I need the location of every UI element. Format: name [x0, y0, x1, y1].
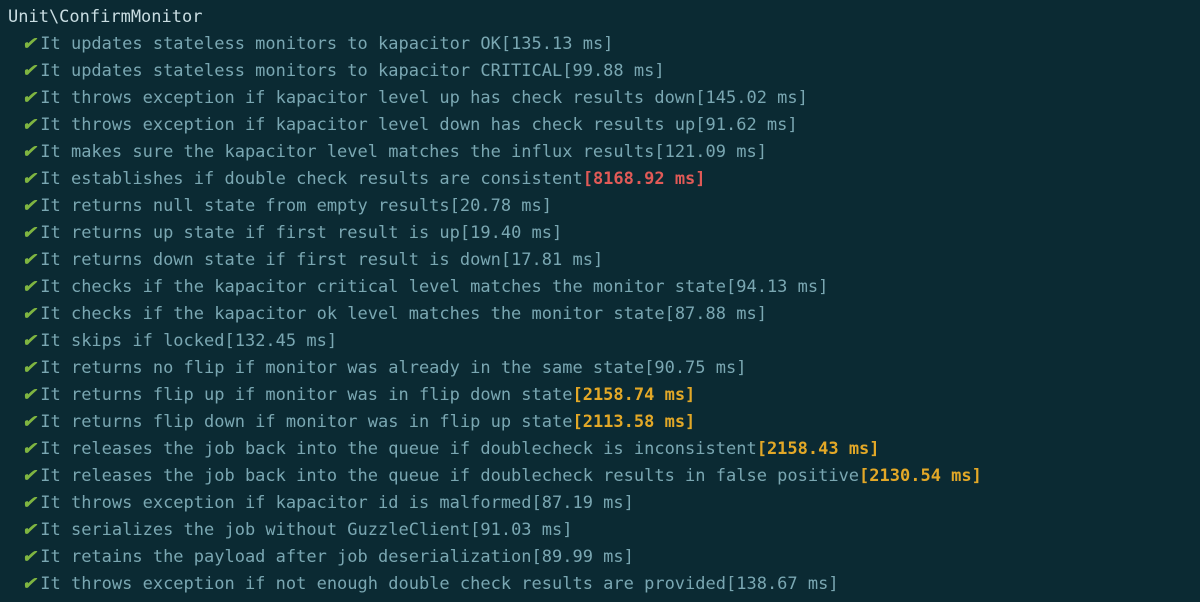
test-duration: [132.45 ms]	[224, 328, 337, 355]
test-duration: [89.99 ms]	[532, 544, 634, 571]
test-duration: [94.13 ms]	[726, 274, 828, 301]
test-duration: [121.09 ms]	[654, 139, 767, 166]
test-duration: [2113.58 ms]	[572, 409, 695, 436]
check-icon: ✔	[8, 544, 40, 571]
check-icon: ✔	[8, 517, 40, 544]
test-description: It checks if the kapacitor ok level matc…	[40, 301, 664, 328]
test-duration: [2158.74 ms]	[572, 382, 695, 409]
test-row: ✔It returns down state if first result i…	[8, 247, 1200, 274]
test-duration: [2158.43 ms]	[757, 436, 880, 463]
check-icon: ✔	[8, 571, 40, 598]
test-duration: [138.67 ms]	[726, 571, 839, 598]
test-description: It returns null state from empty results	[40, 193, 449, 220]
check-icon: ✔	[8, 409, 40, 436]
check-icon: ✔	[8, 220, 40, 247]
test-row: ✔It establishes if double check results …	[8, 166, 1200, 193]
test-duration: [91.03 ms]	[470, 517, 572, 544]
test-row: ✔It returns flip down if monitor was in …	[8, 409, 1200, 436]
test-description: It serializes the job without GuzzleClie…	[40, 517, 470, 544]
test-description: It returns down state if first result is…	[40, 247, 501, 274]
test-row: ✔It throws exception if kapacitor level …	[8, 85, 1200, 112]
check-icon: ✔	[8, 193, 40, 220]
test-description: It retains the payload after job deseria…	[40, 544, 531, 571]
check-icon: ✔	[8, 436, 40, 463]
test-row: ✔It releases the job back into the queue…	[8, 436, 1200, 463]
test-row: ✔It retains the payload after job deseri…	[8, 544, 1200, 571]
check-icon: ✔	[8, 139, 40, 166]
test-description: It updates stateless monitors to kapacit…	[40, 31, 501, 58]
check-icon: ✔	[8, 301, 40, 328]
test-duration: [99.88 ms]	[562, 58, 664, 85]
test-description: It updates stateless monitors to kapacit…	[40, 58, 562, 85]
test-description: It establishes if double check results a…	[40, 166, 582, 193]
check-icon: ✔	[8, 382, 40, 409]
test-row: ✔It skips if locked [132.45 ms]	[8, 328, 1200, 355]
test-row: ✔It releases the job back into the queue…	[8, 463, 1200, 490]
test-description: It throws exception if kapacitor id is m…	[40, 490, 531, 517]
test-list: ✔It updates stateless monitors to kapaci…	[8, 31, 1200, 598]
test-duration: [8168.92 ms]	[583, 166, 706, 193]
test-duration: [87.88 ms]	[665, 301, 767, 328]
test-description: It releases the job back into the queue …	[40, 463, 859, 490]
test-description: It returns up state if first result is u…	[40, 220, 460, 247]
test-duration: [135.13 ms]	[501, 31, 614, 58]
test-description: It returns flip down if monitor was in f…	[40, 409, 572, 436]
test-row: ✔It returns no flip if monitor was alrea…	[8, 355, 1200, 382]
test-duration: [2130.54 ms]	[859, 463, 982, 490]
test-duration: [87.19 ms]	[532, 490, 634, 517]
test-row: ✔It throws exception if not enough doubl…	[8, 571, 1200, 598]
check-icon: ✔	[8, 463, 40, 490]
check-icon: ✔	[8, 355, 40, 382]
check-icon: ✔	[8, 85, 40, 112]
test-description: It throws exception if kapacitor level d…	[40, 112, 695, 139]
test-description: It throws exception if kapacitor level u…	[40, 85, 695, 112]
suite-header: Unit\ConfirmMonitor	[8, 4, 1200, 31]
test-row: ✔It returns up state if first result is …	[8, 220, 1200, 247]
test-row: ✔It throws exception if kapacitor level …	[8, 112, 1200, 139]
check-icon: ✔	[8, 328, 40, 355]
test-description: It releases the job back into the queue …	[40, 436, 756, 463]
check-icon: ✔	[8, 490, 40, 517]
test-description: It skips if locked	[40, 328, 224, 355]
check-icon: ✔	[8, 274, 40, 301]
test-row: ✔It checks if the kapacitor ok level mat…	[8, 301, 1200, 328]
check-icon: ✔	[8, 58, 40, 85]
check-icon: ✔	[8, 112, 40, 139]
test-description: It throws exception if not enough double…	[40, 571, 726, 598]
test-duration: [91.62 ms]	[695, 112, 797, 139]
test-description: It makes sure the kapacitor level matche…	[40, 139, 654, 166]
test-row: ✔It returns null state from empty result…	[8, 193, 1200, 220]
test-duration: [90.75 ms]	[644, 355, 746, 382]
check-icon: ✔	[8, 31, 40, 58]
test-duration: [145.02 ms]	[695, 85, 808, 112]
test-row: ✔It updates stateless monitors to kapaci…	[8, 58, 1200, 85]
check-icon: ✔	[8, 166, 40, 193]
test-duration: [20.78 ms]	[450, 193, 552, 220]
test-description: It returns flip up if monitor was in fli…	[40, 382, 572, 409]
test-row: ✔It checks if the kapacitor critical lev…	[8, 274, 1200, 301]
test-row: ✔It serializes the job without GuzzleCli…	[8, 517, 1200, 544]
test-row: ✔It makes sure the kapacitor level match…	[8, 139, 1200, 166]
test-row: ✔It returns flip up if monitor was in fl…	[8, 382, 1200, 409]
check-icon: ✔	[8, 247, 40, 274]
test-duration: [19.40 ms]	[460, 220, 562, 247]
test-row: ✔It updates stateless monitors to kapaci…	[8, 31, 1200, 58]
test-description: It checks if the kapacitor critical leve…	[40, 274, 726, 301]
test-duration: [17.81 ms]	[501, 247, 603, 274]
test-description: It returns no flip if monitor was alread…	[40, 355, 644, 382]
test-row: ✔It throws exception if kapacitor id is …	[8, 490, 1200, 517]
